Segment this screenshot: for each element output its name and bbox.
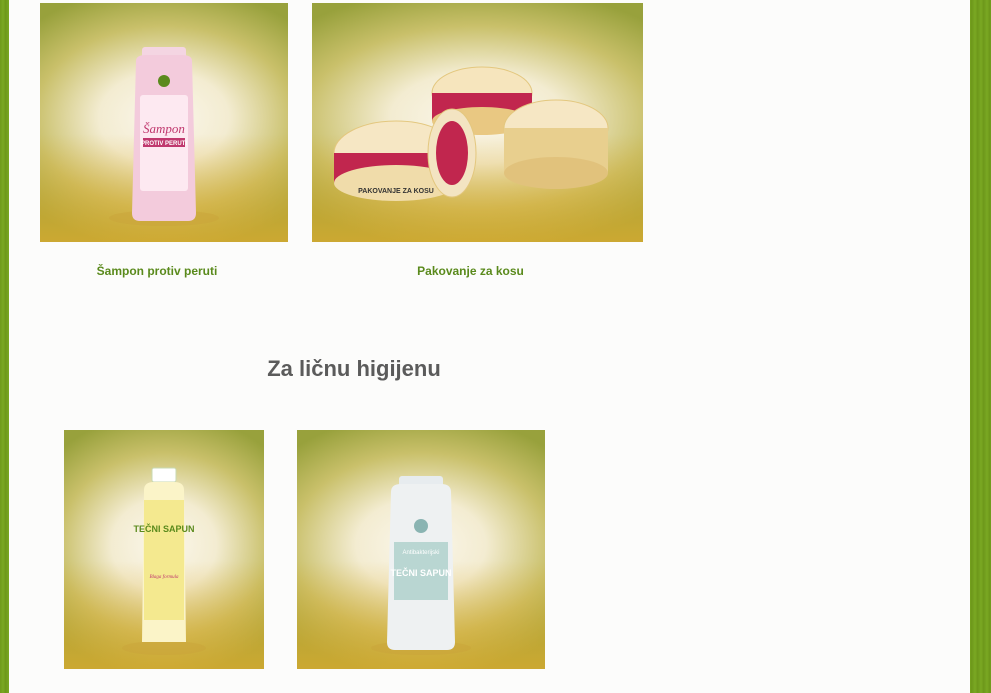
- product-caption-sampon[interactable]: Šampon protiv peruti: [40, 264, 274, 278]
- product-image-pakovanje[interactable]: PAKOVANJE ZA KOSU: [312, 3, 643, 242]
- product-image-sampon[interactable]: Šampon PROTIV PERUTI: [40, 3, 288, 242]
- hair-jars-graphic: PAKOVANJE ZA KOSU: [333, 66, 609, 201]
- bottle-sublabel: PROTIV PERUTI: [141, 141, 187, 147]
- shampoo-bottle-graphic: Šampon PROTIV PERUTI: [109, 47, 219, 226]
- antibacterial-soap-bottle-graphic: Antibakterijski TEČNI SAPUN: [371, 476, 471, 655]
- bottle-label: Šampon: [143, 121, 185, 136]
- section-title: Za ličnu higijenu: [267, 356, 441, 381]
- jar-label: PAKOVANJE ZA KOSU: [358, 188, 434, 195]
- soap-label: TEČNI SAPUN: [133, 523, 194, 534]
- antibacterial-sublabel: Antibakterijski: [402, 550, 439, 556]
- liquid-soap-bottle-graphic: TEČNI SAPUN Blaga formula: [122, 467, 206, 655]
- antibacterial-label: TEČNI SAPUN: [390, 567, 451, 578]
- page-content: Šampon PROTIV PERUTI Šampon protiv perut…: [9, 0, 970, 693]
- product-image-tecni-sapun[interactable]: TEČNI SAPUN Blaga formula: [64, 430, 264, 669]
- product-image-antibakterijski-sapun[interactable]: Antibakterijski TEČNI SAPUN: [297, 430, 545, 669]
- product-caption-pakovanje[interactable]: Pakovanje za kosu: [312, 264, 629, 278]
- soap-sublabel: Blaga formula: [149, 575, 179, 580]
